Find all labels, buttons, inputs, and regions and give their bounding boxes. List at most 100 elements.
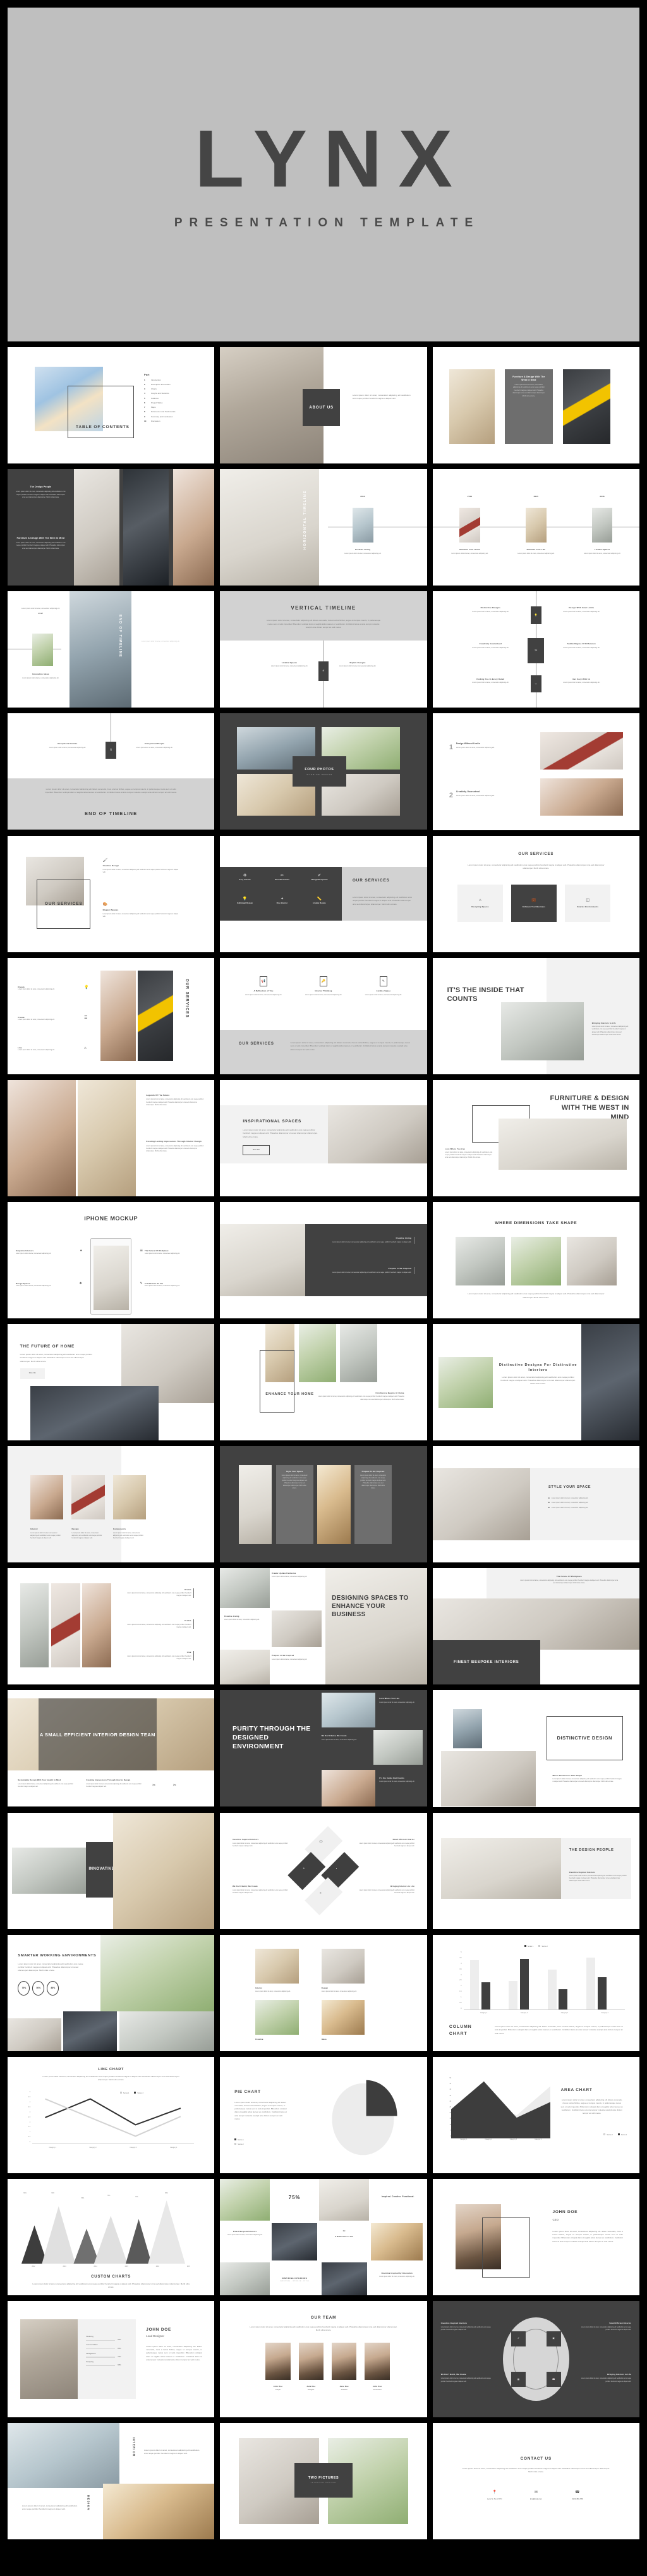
slide-table-of-contents[interactable]: TABLE OF CONTENTS Part 1 Introduction 2 De… xyxy=(8,347,215,464)
slide-our-services-3[interactable]: OUR SERVICES Lorem ipsum dolor sit amet,… xyxy=(432,835,639,952)
slide-our-services-1[interactable]: OUR SERVICES 🖌 Creative Design Lorem ips… xyxy=(8,835,215,952)
slide-photo xyxy=(449,369,495,444)
icon-frame: 📢 xyxy=(260,976,268,987)
entry-title: Prepare to Be Inspired xyxy=(388,1267,411,1270)
slide-vertical-timeline-grid[interactable]: 💡 ✂ ♡ Distinctive Designs Lorem ipsum dol… xyxy=(432,591,639,708)
slide-circle-diagram[interactable]: ✐ ▣ ▦ 📖 Inventive Inspired Interiors Lore… xyxy=(432,2301,639,2418)
timeline-node: ✐ xyxy=(318,661,329,681)
slide-gallery-four[interactable]: Interior Lorem ipsum dolor sit amet, cons… xyxy=(220,1934,427,2051)
slide-vertical-timeline[interactable]: VERTICAL TIMELINE Lorem ipsum dolor sit … xyxy=(220,591,427,708)
list-item[interactable]: 1 Design Without Limits Lorem ipsum dolo… xyxy=(449,742,532,753)
slide-distinctive-design[interactable]: DISTINCTIVE DESIGN Where Dimensions Take… xyxy=(432,1690,639,1807)
list-item[interactable]: 10 Discussion xyxy=(144,420,206,423)
slide-dream-create-live[interactable]: Dream Lorem ipsum dolor sit amet, consect… xyxy=(8,1568,215,1685)
list-item[interactable]: 5 Galleries xyxy=(144,397,206,400)
slide-innovative-ideas[interactable]: INNOVATIVE IDEAS xyxy=(8,1812,215,1929)
list-item[interactable]: 4 Graphs and Statistics xyxy=(144,392,206,395)
slide-our-services-4[interactable]: Dream Lorem ipsum dolor sit amet, consect… xyxy=(8,957,215,1074)
more-info-button[interactable]: More Info xyxy=(20,1368,45,1379)
slide-photo xyxy=(255,1948,299,1984)
timeline-label: Innovative Ideas xyxy=(32,673,49,676)
title-overlay: A SMALL EFFICIENT INTERIOR DESIGN TEAM xyxy=(39,1698,157,1771)
node-badge: ✐ xyxy=(511,2331,526,2346)
slide-style-your-space-dark[interactable]: Style Your Space Lorem ipsum dolor sit a… xyxy=(220,1446,427,1563)
slide-four-photos[interactable]: FOUR PHOTOS INTERIOR DESIGN xyxy=(220,713,427,830)
list-item[interactable]: 7 Maps xyxy=(144,406,206,409)
slide-area-chart[interactable]: 50 45 40 35 30 25 20 15 10 5 0 Category … xyxy=(432,2056,639,2173)
slide-legends-future[interactable]: Legends Of The Future Lorem ipsum dolor … xyxy=(8,1079,215,1196)
slide-title: DESIGNING SPACES TO ENHANCE YOUR BUSINES… xyxy=(332,1594,409,1618)
service-card[interactable]: ⌂ Designing Spaces xyxy=(457,884,503,922)
slide-designing-spaces-business[interactable]: Create Update Fantasies Lorem ipsum dolor… xyxy=(220,1568,427,1685)
entry-title: Bringing Interiors to Life xyxy=(607,2373,631,2376)
list-item[interactable]: 3 Charts xyxy=(144,388,206,391)
contact-text[interactable]: Lynx St. No 1 NYC xyxy=(474,2498,515,2500)
slide-percent-gallery[interactable]: 75% Inspired. Creative. Functional. Fine… xyxy=(220,2178,427,2295)
entry-title: Ideas xyxy=(321,2038,327,2041)
list-item[interactable]: 9 Summary and Conclusion xyxy=(144,415,206,419)
slide-our-services-5[interactable]: 📢 A Reflection of You Lorem ipsum dolor … xyxy=(220,957,427,1074)
slide-two-pictures[interactable]: TWO PICTURES INTERIOR DESIGN xyxy=(220,2423,427,2540)
slide-end-of-timeline-photo[interactable]: Lorem ipsum dolor sit amet, consectetur … xyxy=(8,591,215,708)
slide-numbered-list[interactable]: 1 Design Without Limits Lorem ipsum dolo… xyxy=(432,713,639,830)
slide-diamond-diagram[interactable]: 💬 ✦ ◐ ⚛ Inventive Inspired Interiors Lore… xyxy=(220,1812,427,1929)
slide-john-doe-designer[interactable]: Marketing 90% Communication 85% Manageme… xyxy=(8,2301,215,2418)
list-item[interactable]: 1 Introduction xyxy=(144,379,206,382)
slide-pie-chart[interactable]: PIE CHART Lorem ipsum dolor sit amet, co… xyxy=(220,2056,427,2173)
slide-column-chart[interactable]: Series 1 Series 2 5 4.5 4 3.5 3 2.5 2 1.… xyxy=(432,1934,639,2051)
block-body: Lorem ipsum dolor sit amet, consectetur … xyxy=(146,1144,204,1153)
slide-design-people-2[interactable]: THE DESIGN PEOPLE Inventive Inspired Int… xyxy=(432,1812,639,1929)
slide-furniture-design-west[interactable]: Furniture & Design With The West In Mind… xyxy=(432,347,639,464)
slide-interior-components[interactable]: Interior Lorem ipsum dolor sit amet, cons… xyxy=(8,1446,215,1563)
slide-contact-us[interactable]: CONTACT US Lorem ipsum dolor sit amet, c… xyxy=(432,2423,639,2540)
slide-distinctive-designs[interactable]: Distinctive Designs For Distinctive Inte… xyxy=(432,1324,639,1441)
slide-design-people[interactable]: The Design People Lorem ipsum dolor sit … xyxy=(8,469,215,586)
slide-future-of-home[interactable]: THE FUTURE OF HOME Lorem ipsum dolor sit… xyxy=(8,1324,215,1441)
slide-creative-living-dark[interactable]: Creative Living Lorem ipsum dolor sit am… xyxy=(220,1201,427,1318)
service-card[interactable]: ◫ Smarter Environments xyxy=(565,884,611,922)
slide-horizontal-timeline[interactable]: HORIZONTAL TIMELINE 2013 Creative Living… xyxy=(220,469,427,586)
more-info-button[interactable]: More Info xyxy=(243,1144,270,1156)
slide-title: A SMALL EFFICIENT INTERIOR DESIGN TEAM xyxy=(39,1731,155,1738)
slide-custom-charts[interactable]: 60% 90% 55% 75% 70% 99% 2012 2013 2014 2… xyxy=(8,2178,215,2295)
slide-where-dimensions[interactable]: WHERE DIMENSIONS TAKE SHAPE Lorem ipsum … xyxy=(432,1201,639,1318)
timeline-year: 2014 xyxy=(467,494,473,498)
slide-our-team[interactable]: OUR TEAM Lorem ipsum dolor sit amet, con… xyxy=(220,2301,427,2418)
entry-body: Lorem ipsum dolor sit amet, consectetur … xyxy=(102,868,179,874)
slide-title: END OF TIMELINE xyxy=(84,811,138,817)
slide-smarter-working[interactable]: SMARTER WORKING ENVIRONMENTS Lorem ipsum… xyxy=(8,1934,215,2051)
slide-purity-environment[interactable]: PURITY THROUGH THE DESIGNED ENVIRONMENT … xyxy=(220,1690,427,1807)
slide-finest-bespoke[interactable]: The Future Of Workplace Lorem ipsum dolo… xyxy=(432,1568,639,1685)
slide-enhance-your-home[interactable]: ENHANCE YOUR HOME Confidence Begins At H… xyxy=(220,1324,427,1441)
service-card[interactable]: 💼 Enhance Your Business xyxy=(511,884,557,922)
slide-timeline-years[interactable]: 2014 Enhance Your Home Lorem ipsum dolor… xyxy=(432,469,639,586)
slide-end-of-timeline[interactable]: ⏱ Exceptional Homes Lorem ipsum dolor sit… xyxy=(8,713,215,830)
slide-john-doe-ceo[interactable]: JOHN DOE CEO Lorem ipsum dolor sit amet,… xyxy=(432,2178,639,2295)
slide-iphone-mockup[interactable]: iPHONE MOCKUP Exquisite Interiors Lorem i… xyxy=(8,1201,215,1318)
slide-inside-that-counts[interactable]: IT'S THE INSIDE THAT COUNTS Bringing Int… xyxy=(432,957,639,1074)
list-item[interactable]: 6 Project Slides xyxy=(144,402,206,405)
slide-line-chart[interactable]: LINE CHART Lorem ipsum dolor sit amet, c… xyxy=(8,2056,215,2173)
entry-title: Style Your Space xyxy=(286,1469,303,1473)
entry-body: Lorem ipsum dolor sit amet, consectetur … xyxy=(472,682,509,684)
slide-photo xyxy=(438,1356,493,1408)
slide-style-your-space[interactable]: STYLE YOUR SPACE ■ Lorem ipsum dolor sit … xyxy=(432,1446,639,1563)
slide-small-efficient-team[interactable]: A SMALL EFFICIENT INTERIOR DESIGN TEAM S… xyxy=(8,1690,215,1807)
slide-title: VERTICAL TIMELINE xyxy=(291,604,356,611)
slide-inspirational-spaces[interactable]: INSPIRATIONAL SPACES Lorem ipsum dolor s… xyxy=(220,1079,427,1196)
slide-body: Lorem ipsum dolor sit amet, consectetur … xyxy=(45,788,177,794)
slide-title: END OF TIMELINE xyxy=(118,615,122,658)
list-item[interactable]: 8 References and Testimonials xyxy=(144,410,206,414)
contact-text[interactable]: 0123-456-789 xyxy=(557,2498,598,2500)
slide-furniture-west-mind[interactable]: FURNITURE & DESIGN WITH THE WEST IN MIND… xyxy=(432,1079,639,1196)
legend-swatch xyxy=(617,2133,620,2136)
entry-body: Lorem ipsum dolor sit amet, consectetur … xyxy=(255,1990,291,1992)
slide-interior-design-vertical[interactable]: INTERIOR Lorem ipsum dolor sit amet, con… xyxy=(8,2423,215,2540)
list-item[interactable]: 2 Descriptive Information xyxy=(144,383,206,386)
list-item[interactable]: 2 Creativity Guaranteed Lorem ipsum dolo… xyxy=(449,790,532,801)
entry-body: Lorem ipsum dolor sit amet, consectetur … xyxy=(136,747,173,749)
contact-text[interactable]: lynx@mail.com xyxy=(516,2498,557,2500)
slide-photo xyxy=(220,2178,270,2221)
slide-about-us[interactable]: ABOUT US Lorem ipsum dolor sit amet, con… xyxy=(220,347,427,464)
slide-our-services-2[interactable]: ♻ Cosy Interior ✂ Innovative Ideas ✐ Though… xyxy=(220,835,427,952)
